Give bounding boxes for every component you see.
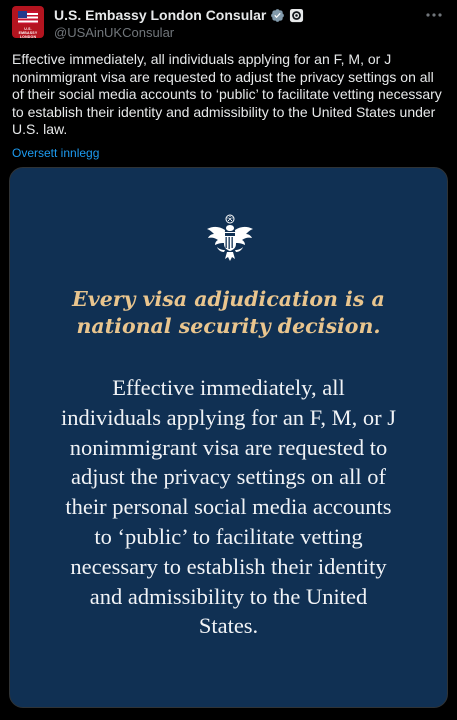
card-body-text: Effective immediately, all individuals a… <box>60 375 397 639</box>
media-card[interactable]: Every visa adjudication is a national se… <box>9 167 448 708</box>
us-flag-icon <box>18 11 38 24</box>
card-headline-line1: Every visa adjudication is a <box>72 287 385 311</box>
avatar-text: U.S. EMBASSY LONDON <box>18 27 38 38</box>
tweet-header: U.S. EMBASSY LONDON U.S. Embassy London … <box>12 6 445 42</box>
author-names: U.S. Embassy London Consular @USAinUKCon… <box>54 6 304 40</box>
card-headline-line2: national security decision. <box>76 314 381 338</box>
eagle-seal-icon <box>207 214 253 261</box>
avatar[interactable]: U.S. EMBASSY LONDON <box>12 6 44 38</box>
card-headline: Every visa adjudication is a national se… <box>10 286 447 340</box>
handle[interactable]: @USAinUKConsular <box>54 25 304 40</box>
tweet-text: Effective immediately, all individuals a… <box>12 51 442 138</box>
verified-badge-icon[interactable] <box>270 8 285 23</box>
more-icon[interactable] <box>425 10 443 20</box>
display-name[interactable]: U.S. Embassy London Consular <box>54 7 266 23</box>
affiliate-seal-icon[interactable] <box>289 8 304 23</box>
tweet: U.S. EMBASSY LONDON U.S. Embassy London … <box>0 0 457 720</box>
translate-link[interactable]: Oversett innlegg <box>12 146 99 160</box>
